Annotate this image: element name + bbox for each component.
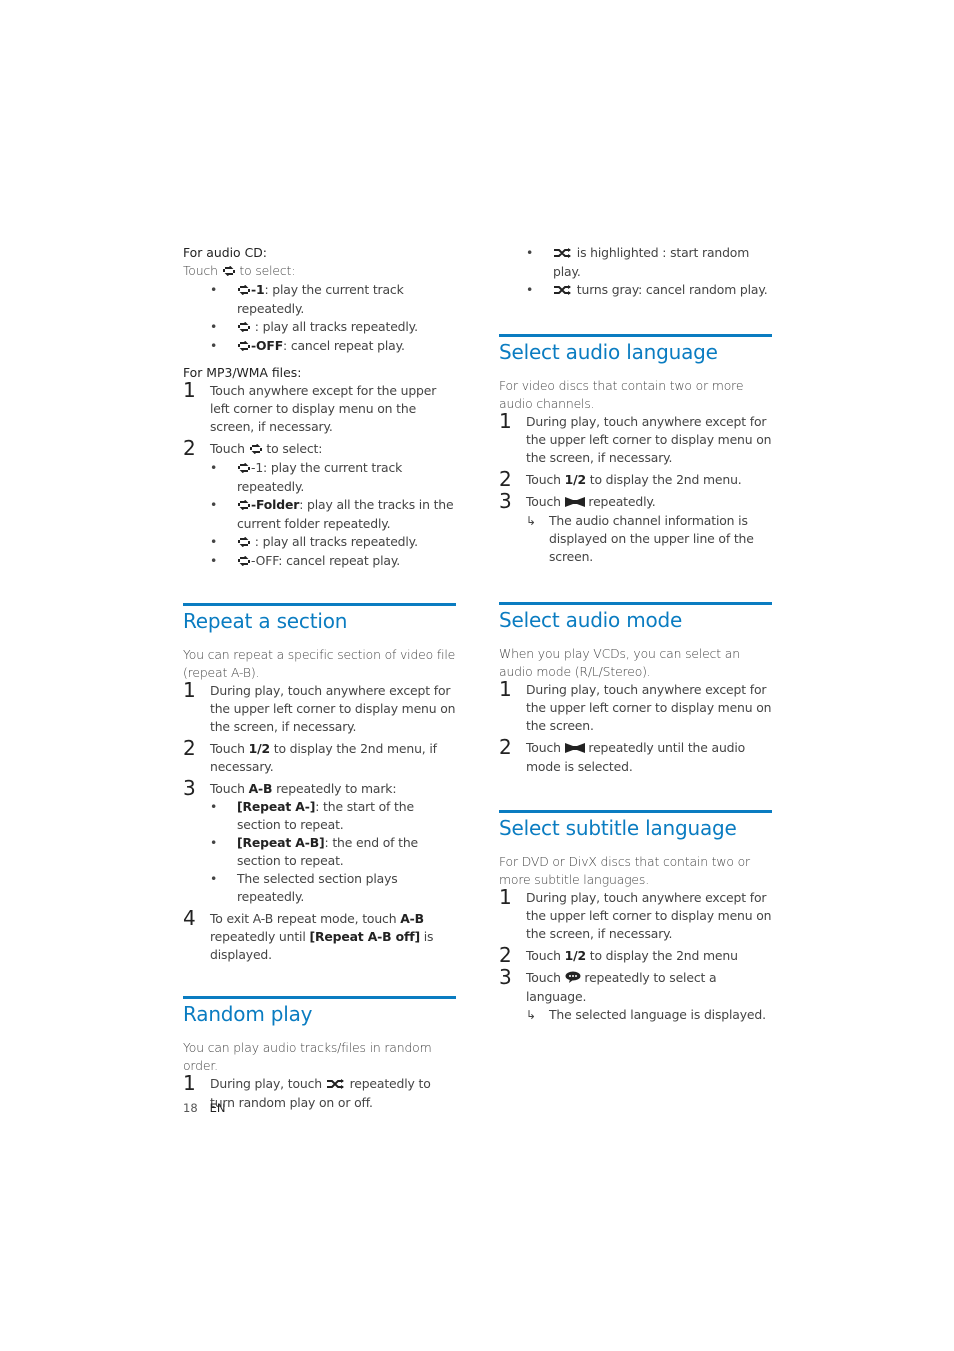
repeat-icon [237, 497, 251, 515]
audio-cd-touch-line: Touch to select: [183, 262, 457, 281]
step-result: ↳ The selected language is displayed. [526, 1007, 766, 1022]
half-key-icon: 1/2 [564, 472, 586, 487]
step-2: 2 Touch 1/2 to display the 2nd menu [499, 943, 738, 967]
step-3: 3 Touch repeatedly. [499, 489, 656, 513]
section-intro: For video discs that contain two or more… [499, 378, 744, 411]
step-2: 2 Touch 1/2 to display the 2nd menu, if n… [183, 736, 437, 774]
step-1: 1 During play, touch anywhere except for … [499, 885, 772, 941]
step-4: 4 To exit A-B repeat mode, touch A-B repe… [183, 906, 434, 962]
section-select-subtitle-language: Select subtitle language For DVD or DivX… [499, 810, 773, 1024]
result-arrow-icon: ↳ [526, 514, 536, 528]
repeat-icon [237, 460, 251, 478]
list-item: • -OFF: cancel repeat play. [183, 552, 457, 571]
section-rule [499, 810, 772, 813]
audio-icon [564, 740, 585, 758]
step-2: 2 Touch repeatedly until the audio mode i… [499, 735, 746, 774]
section-rule [499, 602, 772, 605]
audio-icon [564, 494, 585, 512]
result-arrow-icon: ↳ [526, 1008, 536, 1022]
section-rule [499, 334, 772, 337]
list-item: • -Folder: play all the tracks in the cur… [210, 497, 454, 531]
section-select-audio-language: Select audio language For video discs th… [499, 334, 773, 566]
left-column: For audio CD: Touch to select: • -1: play… [183, 244, 457, 1112]
section-title: Select audio language [499, 340, 718, 364]
shuffle-icon [553, 245, 573, 263]
shuffle-icon [326, 1076, 346, 1094]
repeat-icon [237, 338, 251, 356]
section-select-audio-mode: Select audio mode When you play VCDs, yo… [499, 602, 773, 776]
half-key-icon: 1/2 [248, 741, 270, 756]
list-item: • turns gray: cancel random play. [499, 281, 773, 300]
section-random-play: Random play You can play audio tracks/fi… [183, 996, 457, 1112]
half-key-icon: 1/2 [564, 948, 586, 963]
step-1: 1 During play, touch anywhere except for … [183, 678, 456, 734]
ab-key-icon: A-B [248, 781, 273, 796]
list-item: • : play all tracks repeatedly. [183, 533, 457, 552]
repeat-icon [222, 263, 236, 281]
section-intro: You can play audio tracks/files in rando… [183, 1040, 432, 1073]
section-rule [183, 603, 456, 606]
repeat-icon [237, 534, 251, 552]
step-2: 2 Touch to select: [183, 436, 323, 460]
subtitle-icon [565, 970, 581, 988]
ab-key-icon: A-B [400, 911, 424, 926]
list-item: • The selected section plays repeatedly. [210, 871, 398, 904]
step-3: 3 Touch A-B repeatedly to mark: [183, 776, 397, 800]
list-item: • -1: play the current track repeatedly. [210, 282, 404, 316]
list-item: • -OFF: cancel repeat play. [183, 337, 457, 356]
list-item: • [Repeat A-]: the start of the section t… [210, 799, 414, 832]
section-title: Select subtitle language [499, 816, 737, 840]
repeat-icon [237, 282, 251, 300]
step-result: ↳ The audio channel information is displa… [526, 513, 754, 564]
section-title: Repeat a section [183, 609, 348, 633]
section-title: Random play [183, 1002, 313, 1026]
list-item: • : play all tracks repeatedly. [183, 318, 457, 337]
list-item: • -1: play the current track repeatedly. [210, 460, 403, 494]
section-intro: When you play VCDs, you can select an au… [499, 646, 740, 679]
step-1: 1 During play, touch anywhere except for … [499, 409, 772, 465]
repeat-icon [237, 319, 251, 337]
mp3-wma-label: For MP3/WMA files: [183, 365, 302, 380]
page-footer: 18 EN [183, 1101, 226, 1115]
repeat-icon [237, 553, 251, 571]
section-rule [183, 996, 456, 999]
step-2: 2 Touch 1/2 to display the 2nd menu. [499, 467, 742, 491]
right-column: • is highlighted : start random play. • … [499, 244, 773, 1024]
step-1: 1 Touch anywhere except for the upper lef… [183, 378, 437, 434]
page-language: EN [209, 1101, 226, 1115]
step-1: 1 During play, touch anywhere except for … [499, 677, 772, 733]
repeat-icon [249, 441, 263, 459]
section-title: Select audio mode [499, 608, 683, 632]
list-item: • [Repeat A-B]: the end of the section to… [210, 835, 419, 868]
audio-cd-label: For audio CD: [183, 245, 267, 260]
shuffle-icon [553, 282, 573, 300]
section-intro: You can repeat a specific section of vid… [183, 647, 456, 680]
list-item: • is highlighted : start random play. [526, 245, 750, 279]
page-number: 18 [183, 1101, 198, 1115]
section-repeat-a-section: Repeat a section You can repeat a specif… [183, 603, 457, 964]
step-3: 3 Touch repeatedly to select a language. [499, 965, 717, 1004]
section-intro: For DVD or DivX discs that contain two o… [499, 854, 750, 887]
